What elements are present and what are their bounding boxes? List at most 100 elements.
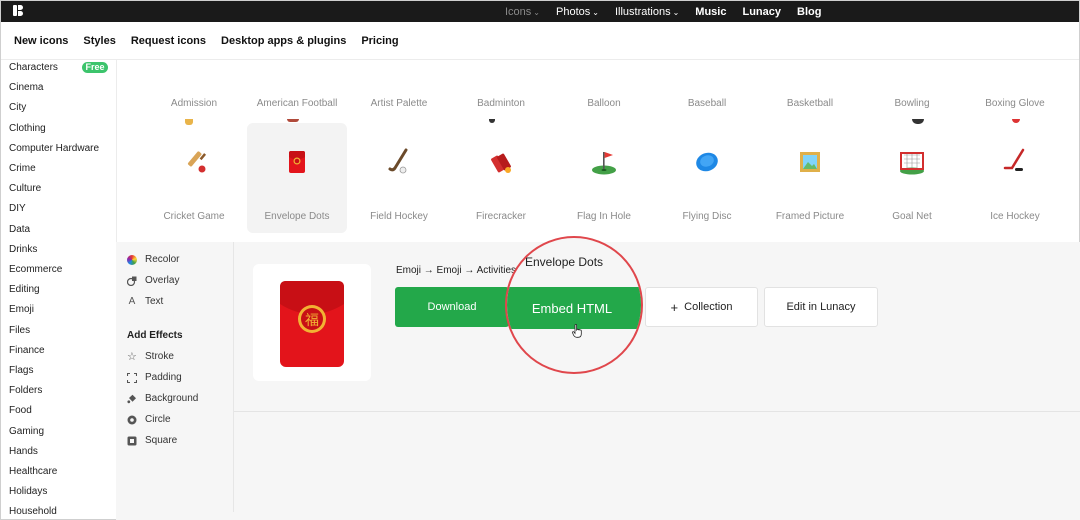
icon-cell[interactable]: Admission [144,60,244,115]
edit-in-lunacy-button[interactable]: Edit in Lunacy [764,287,878,327]
icon-cell[interactable]: Framed Picture [760,123,860,233]
top-nav-illustrations[interactable]: Illustrations ⌄ [615,6,679,18]
sidebar-item[interactable]: Household [9,506,57,517]
icon-cell[interactable]: Cricket Game [144,123,244,233]
collection-button[interactable]: + Collection [645,287,758,327]
sidebar-item[interactable]: City [9,102,26,113]
nav-styles[interactable]: Styles [83,35,115,47]
american-football-icon [287,119,299,122]
icon-cell[interactable]: Field Hockey [349,123,449,233]
nav-new-icons[interactable]: New icons [14,35,68,47]
icon-label: Basketball [786,98,834,109]
icon-label: Flying Disc [682,211,732,222]
top-nav-lunacy[interactable]: Lunacy [742,6,781,18]
overlay-icon [126,276,137,286]
top-nav-label: Icons [505,5,532,18]
icon-label: Bowling [894,98,930,109]
field-hockey-icon [386,148,412,176]
icon-preview: 福 [253,264,371,381]
recolor-option[interactable]: Recolor [127,254,179,265]
square-option[interactable]: Square [127,435,177,446]
option-label: Padding [145,372,182,383]
icon-cell[interactable]: American Football [247,60,347,115]
icon-cell[interactable]: Artist Palette [349,60,449,115]
sidebar-item[interactable]: Files [9,325,30,336]
sidebar-item[interactable]: Drinks [9,244,37,255]
background-option[interactable]: Background [127,393,198,404]
sidebar-item[interactable]: Culture [9,183,41,194]
sidebar-item[interactable]: Characters [9,62,58,73]
icon-cell[interactable]: Firecracker [451,123,551,233]
top-nav-icons[interactable]: Icons ⌄ [505,6,540,18]
free-badge: Free [82,62,108,73]
svg-text:福: 福 [305,313,319,329]
icon-label: Balloon [587,98,621,109]
icon-cell[interactable]: Basketball [760,60,860,115]
circle-icon [127,415,137,425]
nav-pricing[interactable]: Pricing [361,35,398,47]
sidebar-item[interactable]: Emoji [9,304,34,315]
download-button[interactable]: Download [395,287,509,327]
detail-title: Envelope Dots [525,255,604,269]
sidebar-item[interactable]: Ecommerce [9,264,62,275]
icon-label: Field Hockey [370,211,428,222]
framed-picture-icon [797,148,823,176]
padding-icon [126,372,138,383]
embed-html-button-zoomed[interactable]: Embed HTML [507,287,641,329]
sidebar-item[interactable]: Holidays [9,486,47,497]
sidebar-item[interactable]: Clothing [9,123,46,134]
icon-cell[interactable]: Badminton [451,60,551,115]
option-label: Text [145,296,164,307]
icons8-logo[interactable] [13,5,23,16]
sidebar-item[interactable]: Cinema [9,82,43,93]
circle-option[interactable]: Circle [127,414,171,425]
icon-label: Firecracker [475,211,526,222]
sidebar-item[interactable]: Folders [9,385,42,396]
icon-label: Cricket Game [163,211,225,222]
category-sidebar: Characters Cinema City Clothing Computer Har… [1,60,117,519]
nav-request-icons[interactable]: Request icons [131,35,206,47]
overlay-option[interactable]: Overlay [126,275,179,286]
sidebar-item[interactable]: Editing [9,284,40,295]
icon-label: Envelope Dots [264,211,330,222]
icon-cell[interactable]: Envelope Dots [247,123,347,233]
sidebar-item[interactable]: Computer Hardware [9,143,99,154]
icon-cell[interactable]: Flag In Hole [554,123,654,233]
chevron-down-icon: ⌄ [672,7,680,17]
icon-cell[interactable]: Boxing Glove [965,60,1065,115]
option-label: Circle [145,414,171,425]
top-nav-music[interactable]: Music [695,6,726,18]
icon-label: American Football [256,98,338,109]
icon-cell[interactable]: Balloon [554,60,654,115]
icon-cell[interactable]: Baseball [657,60,757,115]
icon-label: Baseball [687,98,727,109]
sidebar-item[interactable]: DIY [9,203,26,214]
sidebar-item[interactable]: Finance [9,345,45,356]
sidebar-item[interactable]: Healthcare [9,466,57,477]
nav-desktop-apps[interactable]: Desktop apps & plugins [221,35,346,47]
add-effects-heading: Add Effects [127,330,183,341]
top-nav-blog[interactable]: Blog [797,6,821,18]
icon-cell[interactable]: Flying Disc [657,123,757,233]
hand-cursor-icon [572,324,582,338]
zoom-highlight: Envelope Dots Embed HTML [505,236,643,374]
top-nav-photos[interactable]: Photos ⌄ [556,6,599,18]
goal-net-icon [899,148,925,176]
padding-option[interactable]: Padding [126,372,182,383]
sidebar-item[interactable]: Gaming [9,426,44,437]
text-icon: A [128,295,136,307]
text-option[interactable]: A Text [127,295,164,307]
icon-grid: Admission American Football Artist Palette… [117,60,1079,243]
icon-cell[interactable]: Bowling [862,60,962,115]
sidebar-item[interactable]: Flags [9,365,33,376]
stroke-option[interactable]: ☆ Stroke [127,351,174,362]
icon-cell[interactable]: Goal Net [862,123,962,233]
sidebar-item[interactable]: Food [9,405,32,416]
icon-cell[interactable]: Ice Hockey [965,123,1065,233]
sidebar-item[interactable]: Hands [9,446,38,457]
plus-icon: + [670,299,679,315]
sidebar-item[interactable]: Data [9,224,30,235]
sidebar-item[interactable]: Crime [9,163,36,174]
top-nav: Icons ⌄ Photos ⌄ Illustrations ⌄ Music Luna… [505,1,821,22]
option-label: Background [145,393,199,404]
